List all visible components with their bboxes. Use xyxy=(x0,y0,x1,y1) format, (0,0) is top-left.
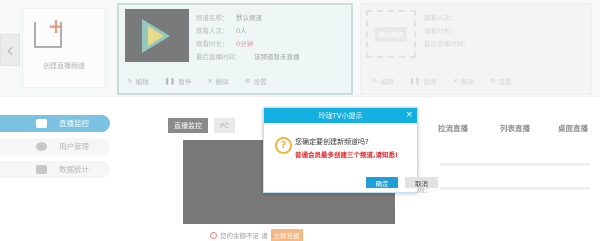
dialog-question: 您确定要创建新频道吗? xyxy=(295,138,369,146)
dialog-title: 玲珑TV小提示 xyxy=(264,108,417,123)
confirm-button[interactable]: 确定 xyxy=(366,177,398,188)
cancel-button[interactable]: 取消 xyxy=(405,177,438,188)
close-icon[interactable]: × xyxy=(405,110,413,120)
dialog-note: 普通会员最多创建三个频道,请知悉! xyxy=(295,151,398,159)
question-icon: ? xyxy=(275,137,292,154)
